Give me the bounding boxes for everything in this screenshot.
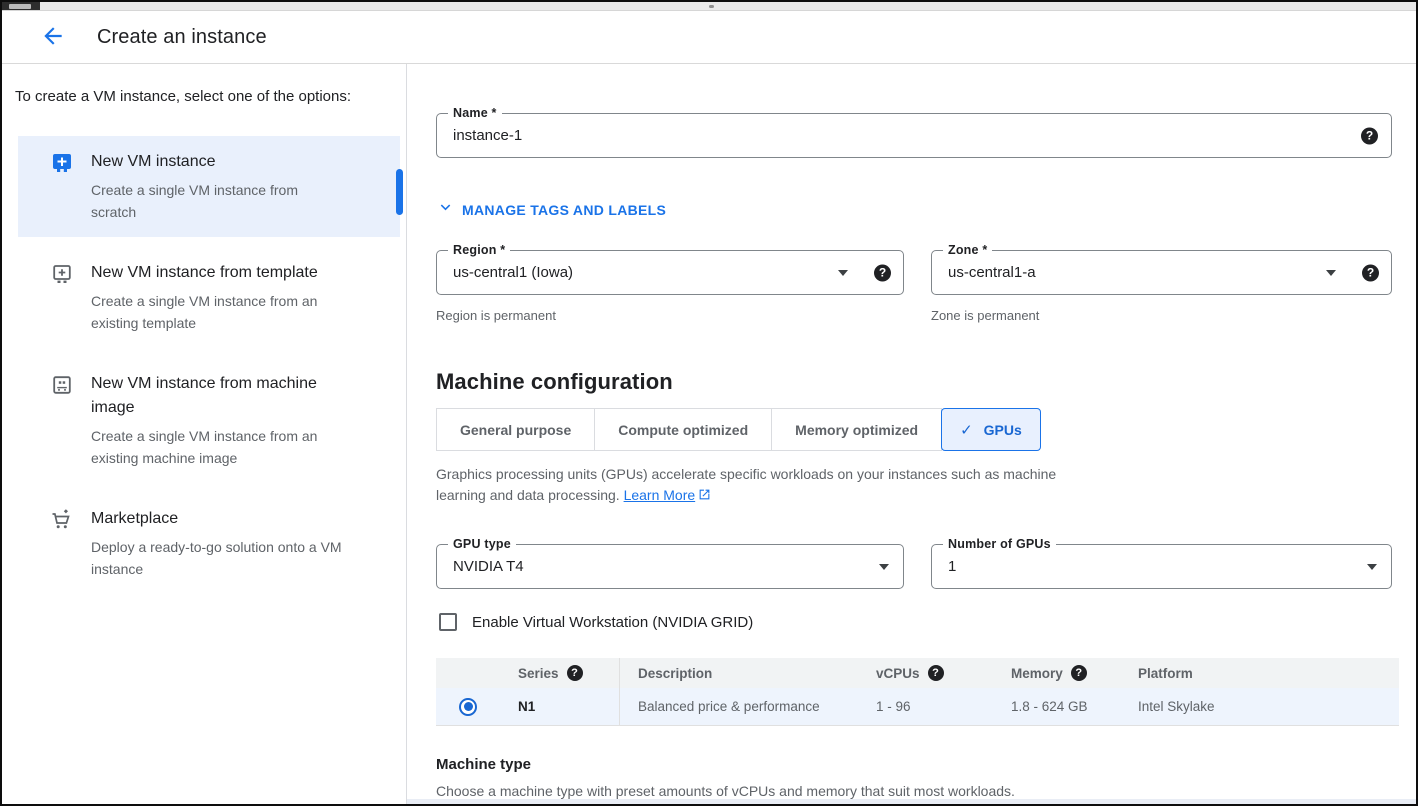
sidebar-item-label: New VM instance from machine image (91, 372, 343, 420)
back-button[interactable] (38, 22, 68, 52)
sidebar-scrollbar-thumb[interactable] (396, 169, 403, 215)
sidebar-item-label: New VM instance from template (91, 261, 343, 285)
sidebar-item-description: Create a single VM instance from scratch (91, 179, 343, 223)
series-help-icon[interactable] (567, 665, 583, 681)
instance-form: Name * instance-1 MANAGE TAGS AND LABELS… (407, 64, 1416, 804)
check-icon (960, 421, 973, 439)
region-label: Region * (448, 243, 510, 257)
name-field-label: Name * (448, 106, 502, 120)
machine-image-icon (50, 373, 74, 397)
next-section-edge (407, 799, 1416, 804)
machine-family-tabs: General purpose Compute optimized Memory… (436, 408, 1392, 451)
sidebar-item-new-vm-from-machine-image[interactable]: New VM instance from machine image Creat… (18, 358, 400, 483)
gpu-count-select[interactable]: Number of GPUs 1 (931, 544, 1392, 589)
sidebar-options-list: New VM instance Create a single VM insta… (2, 136, 406, 594)
region-group: Region * us-central1 (Iowa) Region is pe… (436, 250, 904, 323)
sidebar: To create a VM instance, select one of t… (2, 64, 407, 804)
memory-column-header: Memory (1011, 666, 1063, 681)
page-title: Create an instance (97, 26, 267, 49)
sidebar-item-description: Create a single VM instance from an exis… (91, 290, 343, 334)
sidebar-item-description: Create a single VM instance from an exis… (91, 425, 343, 469)
machine-type-description: Choose a machine type with preset amount… (436, 783, 1392, 799)
region-value: us-central1 (Iowa) (437, 264, 573, 281)
tab-label: General purpose (460, 422, 571, 438)
manage-tags-expander[interactable]: MANAGE TAGS AND LABELS (436, 198, 666, 222)
gpu-description: Graphics processing units (GPUs) acceler… (436, 464, 1084, 507)
platform-cell: Intel Skylake (1138, 699, 1215, 714)
zone-help-icon[interactable] (1362, 264, 1379, 281)
zone-select[interactable]: Zone * us-central1-a (931, 250, 1392, 295)
tab-label: Compute optimized (618, 422, 748, 438)
virtual-workstation-checkbox[interactable] (439, 613, 457, 631)
window-titlebar (2, 2, 1416, 11)
gpu-count-label: Number of GPUs (943, 537, 1056, 551)
window-tab (9, 4, 31, 9)
name-field-value: instance-1 (437, 127, 522, 144)
zone-label: Zone * (943, 243, 992, 257)
name-help-icon[interactable] (1361, 127, 1378, 144)
vcpus-help-icon[interactable] (928, 665, 944, 681)
gpu-description-text: Graphics processing units (GPUs) acceler… (436, 466, 1056, 503)
region-helper-text: Region is permanent (436, 308, 904, 323)
sidebar-item-marketplace[interactable]: Marketplace Deploy a ready-to-go solutio… (18, 493, 400, 594)
learn-more-link[interactable]: Learn More (624, 487, 696, 503)
description-column-header: Description (638, 666, 712, 681)
tab-gpus[interactable]: GPUs (941, 408, 1041, 451)
gpu-count-dropdown-caret-icon[interactable] (1367, 564, 1377, 570)
vm-template-icon (50, 262, 74, 286)
machine-configuration-title: Machine configuration (436, 369, 1392, 395)
sidebar-item-new-vm-instance[interactable]: New VM instance Create a single VM insta… (18, 136, 400, 237)
sidebar-item-new-vm-from-template[interactable]: New VM instance from template Create a s… (18, 247, 400, 348)
tab-memory-optimized[interactable]: Memory optimized (771, 408, 942, 451)
virtual-workstation-label: Enable Virtual Workstation (NVIDIA GRID) (472, 614, 753, 631)
page-header: Create an instance (2, 11, 1416, 63)
app-window: Create an instance To create a VM instan… (0, 0, 1418, 806)
virtual-workstation-option[interactable]: Enable Virtual Workstation (NVIDIA GRID) (436, 613, 753, 631)
series-header-radio-spacer (436, 658, 500, 688)
tab-label: Memory optimized (795, 422, 918, 438)
name-field[interactable]: Name * instance-1 (436, 113, 1392, 158)
zone-group: Zone * us-central1-a Zone is permanent (931, 250, 1392, 323)
series-n1-radio[interactable] (459, 698, 477, 716)
series-cell: N1 (518, 699, 535, 714)
zone-helper-text: Zone is permanent (931, 308, 1392, 323)
external-link-icon (698, 486, 711, 507)
tab-general-purpose[interactable]: General purpose (436, 408, 595, 451)
series-row-n1[interactable]: N1 Balanced price & performance 1 - 96 1… (436, 688, 1399, 725)
description-cell: Balanced price & performance (638, 699, 820, 714)
sidebar-item-description: Deploy a ready-to-go solution onto a VM … (91, 536, 343, 580)
gpu-count-value: 1 (932, 558, 956, 575)
gpu-type-label: GPU type (448, 537, 516, 551)
series-column-header: Series (518, 666, 559, 681)
memory-cell: 1.8 - 624 GB (1011, 699, 1088, 714)
vm-instance-icon (50, 151, 74, 175)
series-table-header: Series Description vCPUs Memory Platform (436, 658, 1399, 688)
region-help-icon[interactable] (874, 264, 891, 281)
window-handle-dot (709, 5, 714, 8)
gpu-type-value: NVIDIA T4 (437, 558, 524, 575)
region-dropdown-caret-icon[interactable] (838, 270, 848, 276)
machine-type-title: Machine type (436, 756, 1392, 773)
gpu-type-select[interactable]: GPU type NVIDIA T4 (436, 544, 904, 589)
series-table: Series Description vCPUs Memory Platform (436, 658, 1399, 726)
vcpus-column-header: vCPUs (876, 666, 920, 681)
zone-dropdown-caret-icon[interactable] (1326, 270, 1336, 276)
sidebar-intro-text: To create a VM instance, select one of t… (2, 88, 406, 105)
region-select[interactable]: Region * us-central1 (Iowa) (436, 250, 904, 295)
vcpus-cell: 1 - 96 (876, 699, 911, 714)
arrow-left-icon (40, 23, 66, 52)
tab-compute-optimized[interactable]: Compute optimized (594, 408, 772, 451)
platform-column-header: Platform (1138, 666, 1193, 681)
cart-icon (50, 508, 74, 532)
tab-label: GPUs (984, 422, 1022, 438)
sidebar-item-label: New VM instance (91, 150, 343, 174)
manage-tags-label: MANAGE TAGS AND LABELS (462, 202, 666, 218)
chevron-down-icon (436, 198, 455, 222)
gpu-type-dropdown-caret-icon[interactable] (879, 564, 889, 570)
zone-value: us-central1-a (932, 264, 1036, 281)
memory-help-icon[interactable] (1071, 665, 1087, 681)
sidebar-item-label: Marketplace (91, 507, 343, 531)
